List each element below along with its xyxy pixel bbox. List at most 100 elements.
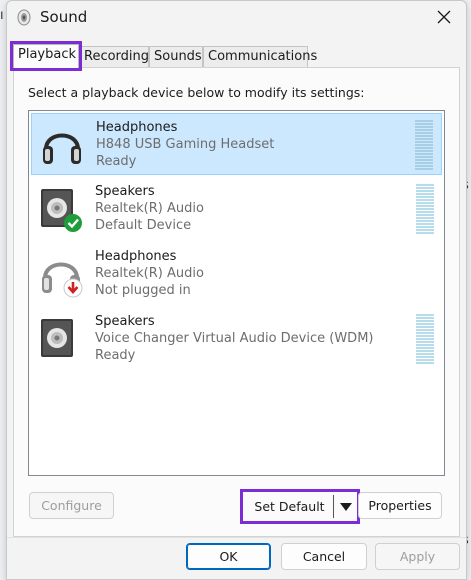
- set-default-button[interactable]: Set Default: [246, 493, 333, 520]
- footer-divider: [7, 537, 466, 538]
- tab-strip: Playback Recording Sounds Communications: [10, 41, 317, 71]
- device-text: Headphones Realtek(R) Audio Not plugged …: [95, 248, 204, 299]
- level-meter-segment: [416, 220, 434, 222]
- title-bar[interactable]: Sound: [7, 1, 466, 35]
- ok-button[interactable]: OK: [186, 543, 271, 570]
- device-status: Ready: [95, 348, 136, 363]
- list-item-device[interactable]: Speakers Realtek(R) Audio Default Device: [31, 178, 442, 240]
- device-driver: Realtek(R) Audio: [95, 266, 204, 281]
- set-default-dropdown-button[interactable]: [335, 493, 357, 520]
- level-meter-segment: [416, 223, 434, 225]
- level-meter-segment: [416, 226, 434, 228]
- speaker-icon: [17, 9, 31, 26]
- level-meter-segment: [415, 120, 433, 122]
- instruction-text: Select a playback device below to modify…: [28, 85, 365, 100]
- level-meter-segment: [415, 156, 433, 158]
- device-name: Headphones: [96, 120, 178, 135]
- device-list[interactable]: Headphones H848 USB Gaming Headset Ready: [28, 110, 445, 476]
- level-meter-segment: [416, 317, 434, 319]
- level-meter-segment: [416, 344, 434, 346]
- level-meter-segment: [416, 329, 434, 331]
- level-meter-segment: [416, 184, 434, 186]
- level-meter-segment: [416, 335, 434, 337]
- level-meter-segment: [416, 314, 434, 316]
- level-meter-segment: [416, 350, 434, 352]
- apply-button[interactable]: Apply: [375, 543, 460, 570]
- level-meter-segment: [415, 153, 433, 155]
- level-meter-segment: [415, 159, 433, 161]
- set-default-split-button: Set Default: [240, 489, 360, 524]
- level-meter: [416, 314, 434, 366]
- level-meter-segment: [415, 135, 433, 137]
- device-name: Speakers: [95, 314, 155, 329]
- level-meter-segment: [416, 323, 434, 325]
- list-item-device[interactable]: Headphones H848 USB Gaming Headset Ready: [31, 113, 442, 175]
- properties-button[interactable]: Properties: [358, 492, 442, 519]
- level-meter-segment: [415, 141, 433, 143]
- tab-recording[interactable]: Recording: [79, 46, 149, 68]
- level-meter-segment: [416, 362, 434, 364]
- level-meter-segment: [416, 326, 434, 328]
- level-meter-segment: [416, 196, 434, 198]
- speaker-icon: [41, 189, 82, 232]
- level-meter-segment: [415, 123, 433, 125]
- level-meter-segment: [415, 132, 433, 134]
- headphones-icon: [42, 262, 83, 298]
- level-meter-segment: [416, 190, 434, 192]
- level-meter-segment: [416, 205, 434, 207]
- tab-playback[interactable]: Playback: [10, 41, 82, 71]
- device-status: Ready: [96, 154, 137, 169]
- device-text: Headphones H848 USB Gaming Headset Ready: [96, 119, 274, 170]
- level-meter-segment: [416, 193, 434, 195]
- level-meter-segment: [415, 144, 433, 146]
- green-check-badge: [64, 214, 82, 232]
- device-name: Headphones: [95, 249, 177, 264]
- configure-button[interactable]: Configure: [29, 492, 114, 519]
- level-meter-segment: [416, 347, 434, 349]
- list-item-device[interactable]: Headphones Realtek(R) Audio Not plugged …: [31, 243, 442, 305]
- tab-communications[interactable]: Communications: [203, 46, 317, 68]
- level-meter-segment: [416, 332, 434, 334]
- sound-dialog: Sound Playback Recording Sounds Communic…: [6, 0, 467, 580]
- headphones-icon: [43, 133, 81, 164]
- close-button[interactable]: [432, 5, 456, 29]
- level-meter-segment: [416, 211, 434, 213]
- level-meter-segment: [416, 320, 434, 322]
- level-meter: [415, 120, 433, 172]
- level-meter-segment: [416, 187, 434, 189]
- level-meter-segment: [416, 359, 434, 361]
- level-meter-segment: [415, 168, 433, 170]
- device-text: Speakers Voice Changer Virtual Audio Dev…: [95, 313, 373, 364]
- level-meter-segment: [416, 229, 434, 231]
- desktop-edge-glyph: ı: [0, 8, 4, 23]
- level-meter-segment: [416, 202, 434, 204]
- device-status: Default Device: [95, 218, 192, 233]
- device-status: Not plugged in: [95, 283, 191, 298]
- level-meter-segment: [415, 150, 433, 152]
- close-icon: [437, 10, 451, 24]
- level-meter-segment: [416, 208, 434, 210]
- playback-panel: Select a playback device below to modify…: [13, 67, 460, 537]
- level-meter-segment: [416, 199, 434, 201]
- level-meter-segment: [415, 138, 433, 140]
- split-divider: [333, 495, 334, 518]
- device-driver: H848 USB Gaming Headset: [96, 137, 275, 152]
- level-meter-segment: [415, 165, 433, 167]
- device-text: Speakers Realtek(R) Audio Default Device: [95, 183, 204, 234]
- red-down-arrow-badge: [63, 278, 83, 298]
- tab-sounds[interactable]: Sounds: [149, 46, 203, 68]
- level-meter-segment: [416, 338, 434, 340]
- level-meter-segment: [416, 341, 434, 343]
- speaker-icon: [41, 319, 73, 357]
- level-meter-segment: [416, 214, 434, 216]
- device-driver: Voice Changer Virtual Audio Device (WDM): [95, 331, 374, 346]
- list-item-device[interactable]: Speakers Voice Changer Virtual Audio Dev…: [31, 308, 442, 370]
- window-title: Sound: [40, 8, 88, 26]
- level-meter-segment: [415, 162, 433, 164]
- level-meter-segment: [416, 353, 434, 355]
- device-driver: Realtek(R) Audio: [95, 201, 204, 216]
- level-meter: [416, 184, 434, 236]
- level-meter-segment: [416, 232, 434, 234]
- level-meter-segment: [416, 217, 434, 219]
- cancel-button[interactable]: Cancel: [281, 543, 367, 570]
